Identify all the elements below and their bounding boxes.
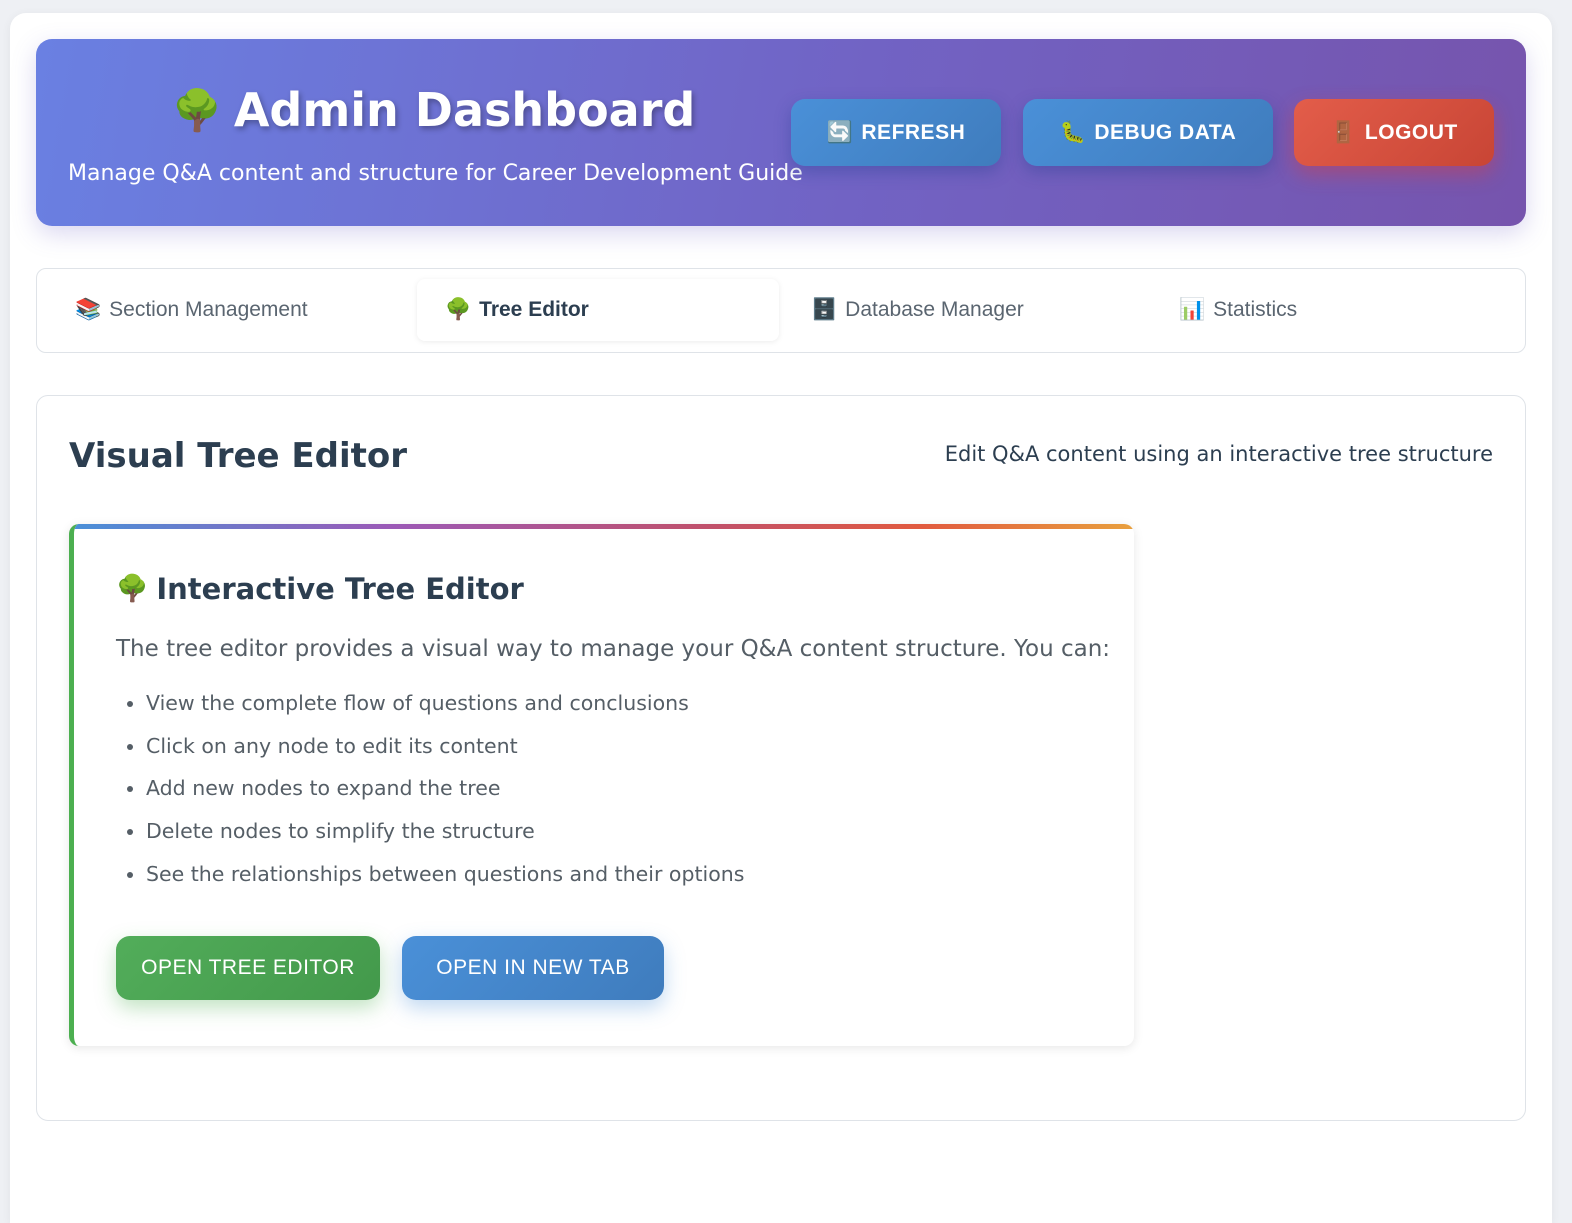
tab-label: Statistics <box>1213 298 1298 321</box>
feature-list: View the complete flow of questions and … <box>146 690 744 903</box>
tree-editor-card: 🌳 Interactive Tree Editor The tree edito… <box>69 524 1134 1046</box>
tab-database-manager[interactable]: 🗄️ Database Manager <box>783 279 1143 341</box>
tab-bar: 📚 Section Management 🌳 Tree Editor 🗄️ Da… <box>36 268 1526 353</box>
panel-description: Edit Q&A content using an interactive tr… <box>944 442 1493 466</box>
page-subtitle: Manage Q&A content and structure for Car… <box>68 161 803 186</box>
refresh-icon: 🔄 <box>826 120 854 144</box>
card-title: 🌳 Interactive Tree Editor <box>116 572 524 606</box>
tab-label: Section Management <box>109 298 308 321</box>
tab-label: Database Manager <box>845 298 1024 321</box>
refresh-button-label: REFRESH <box>861 120 966 144</box>
card-intro: The tree editor provides a visual way to… <box>116 636 1111 662</box>
door-icon: 🚪 <box>1330 120 1357 144</box>
bug-icon: 🐛 <box>1059 120 1087 144</box>
list-item: Add new nodes to expand the tree <box>146 775 744 818</box>
debug-data-button-label: DEBUG DATA <box>1094 120 1237 144</box>
list-item: Click on any node to edit its content <box>146 733 744 776</box>
logout-button-label: LOGOUT <box>1364 120 1458 144</box>
refresh-button[interactable]: 🔄 REFRESH <box>791 99 1001 166</box>
panel-title: Visual Tree Editor <box>69 436 408 476</box>
tree-icon: 🌳 <box>116 574 149 604</box>
file-cabinet-icon: 🗄️ <box>811 298 838 321</box>
list-item: Delete nodes to simplify the structure <box>146 818 744 861</box>
card-title-text: Interactive Tree Editor <box>156 572 524 606</box>
tab-section-management[interactable]: 📚 Section Management <box>47 279 407 341</box>
list-item: See the relationships between questions … <box>146 861 744 904</box>
app-container: 🌳 Admin Dashboard Manage Q&A content and… <box>10 13 1552 1223</box>
open-in-new-tab-button[interactable]: OPEN IN NEW TAB <box>402 936 664 1000</box>
open-tree-editor-button[interactable]: OPEN TREE EDITOR <box>116 936 380 1000</box>
books-icon: 📚 <box>75 298 102 321</box>
tab-label: Tree Editor <box>479 298 589 321</box>
tree-icon: 🌳 <box>172 87 222 134</box>
page-title: 🌳 Admin Dashboard <box>172 83 695 137</box>
dashboard-header: 🌳 Admin Dashboard Manage Q&A content and… <box>36 39 1526 226</box>
bar-chart-icon: 📊 <box>1179 298 1206 321</box>
tree-editor-panel: Visual Tree Editor Edit Q&A content usin… <box>36 395 1526 1121</box>
debug-data-button[interactable]: 🐛 DEBUG DATA <box>1023 99 1273 166</box>
page-title-text: Admin Dashboard <box>233 83 696 137</box>
tab-statistics[interactable]: 📊 Statistics <box>1151 279 1511 341</box>
list-item: View the complete flow of questions and … <box>146 690 744 733</box>
tab-tree-editor[interactable]: 🌳 Tree Editor <box>417 279 779 341</box>
card-accent-bar <box>74 524 1134 529</box>
logout-button[interactable]: 🚪 LOGOUT <box>1294 99 1494 166</box>
tree-icon: 🌳 <box>445 298 472 321</box>
